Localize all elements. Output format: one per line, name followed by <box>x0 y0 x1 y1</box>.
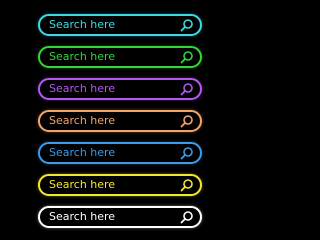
search-icon[interactable] <box>180 82 194 96</box>
search-input[interactable]: Search here <box>49 210 115 224</box>
search-icon[interactable] <box>180 178 194 192</box>
search-icon[interactable] <box>180 114 194 128</box>
search-bar-blue[interactable]: Search here <box>38 142 202 164</box>
search-input[interactable]: Search here <box>49 18 115 32</box>
search-bar-orange[interactable]: Search here <box>38 110 202 132</box>
search-bar-yellow[interactable]: Search here <box>38 174 202 196</box>
search-input[interactable]: Search here <box>49 146 115 160</box>
search-bar-white[interactable]: Search here <box>38 206 202 228</box>
search-icon[interactable] <box>180 18 194 32</box>
search-bar-cyan[interactable]: Search here <box>38 14 202 36</box>
search-icon[interactable] <box>180 50 194 64</box>
search-input[interactable]: Search here <box>49 50 115 64</box>
search-bar-green[interactable]: Search here <box>38 46 202 68</box>
search-icon[interactable] <box>180 210 194 224</box>
search-bar-stack: Search here Search here Search here Sear… <box>38 14 202 238</box>
search-bar-purple[interactable]: Search here <box>38 78 202 100</box>
search-input[interactable]: Search here <box>49 114 115 128</box>
search-input[interactable]: Search here <box>49 82 115 96</box>
search-input[interactable]: Search here <box>49 178 115 192</box>
search-icon[interactable] <box>180 146 194 160</box>
